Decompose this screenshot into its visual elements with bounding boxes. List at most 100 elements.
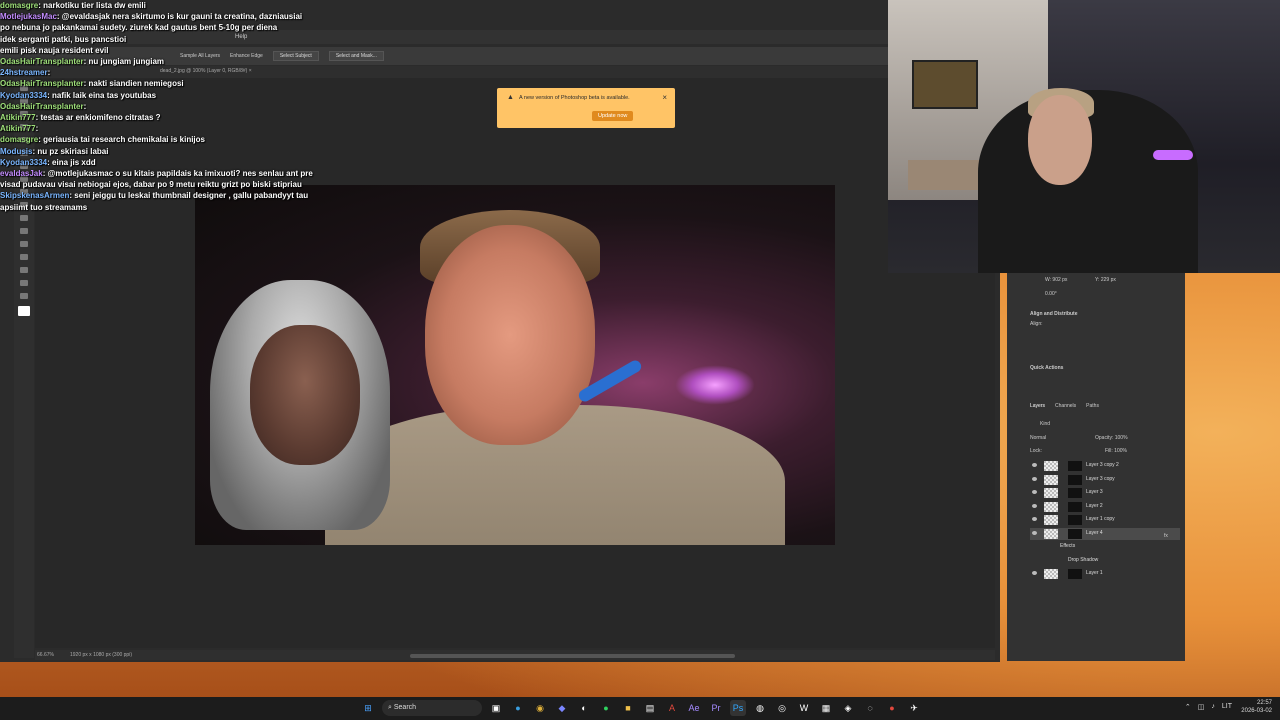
chat-username[interactable]: Atikin777 [0,113,36,122]
store-icon[interactable]: ▤ [642,700,658,716]
align-label: Align: [1030,321,1043,327]
app-icon-8[interactable]: ✈ [906,700,922,716]
acrobat-icon[interactable]: A [664,700,680,716]
fill-field[interactable]: Fill: 100% [1105,448,1127,454]
chat-username[interactable]: evaldasJak [0,169,43,178]
start-icon[interactable]: ⊞ [360,700,376,716]
tab-paths[interactable]: Paths [1086,403,1099,409]
eye-icon[interactable] [1032,517,1037,521]
layer-row[interactable]: Layer 1 [1030,568,1180,580]
steam-icon[interactable]: ◐ [576,700,592,716]
discord-icon[interactable]: ◆ [554,700,570,716]
layer-row[interactable]: Layer 3 copy [1030,474,1180,486]
eye-icon[interactable] [1032,530,1037,535]
blend-mode-select[interactable]: Normal [1030,435,1046,441]
app-icon-4[interactable]: ▦ [818,700,834,716]
eye-icon[interactable] [1032,571,1037,575]
volume-icon[interactable]: ♪ [1211,703,1215,711]
edge-icon[interactable]: ● [510,700,526,716]
zoom-tool-icon[interactable] [20,293,28,299]
eye-icon[interactable] [1032,503,1037,508]
chat-username[interactable]: Atikin777 [0,124,36,133]
system-tray: ⌃ ◫ ♪ LIT [1185,703,1232,711]
color-swatch-icon[interactable] [18,306,30,316]
layer-mask-thumbnail[interactable] [1068,569,1082,579]
taskbar-search[interactable]: ⌕ Search [382,700,482,716]
chat-username[interactable]: Modusis [0,147,32,156]
layer-row[interactable]: Layer 1 copy [1030,514,1180,526]
align-distribute-header[interactable]: Align and Distribute [1030,311,1078,317]
layer-row[interactable]: Layer 3 copy 2 [1030,460,1180,472]
folder-icon[interactable]: ■ [620,700,636,716]
photoshop-icon[interactable]: Ps [730,700,746,716]
chat-text: @motlejukasmac o su kitais papildais ka … [47,169,313,179]
app-icon-5[interactable]: ◈ [840,700,856,716]
quick-actions-header[interactable]: Quick Actions [1030,365,1063,371]
canvas-image[interactable] [195,185,835,545]
update-now-button[interactable]: Update now [592,111,634,121]
shape-tool-icon[interactable] [20,267,28,273]
spotify-icon[interactable]: ● [598,700,614,716]
chat-username[interactable]: OdasHairTransplanter [0,79,84,88]
chat-text: @evaldasjak nera skirtumo is kur gauni t… [61,12,303,22]
lang-indicator[interactable]: LIT [1222,703,1232,711]
transform-angle[interactable]: 0.00° [1045,291,1057,297]
transform-w[interactable]: W: 902 px [1045,277,1067,283]
layer-name: Drop Shadow [1068,556,1099,563]
transform-y[interactable]: Y: 229 px [1095,277,1116,283]
layer-row[interactable]: Effects [1030,541,1180,553]
layer-filter-kind[interactable]: Kind [1040,421,1050,427]
layer-mask-thumbnail[interactable] [1068,461,1082,471]
chat-username[interactable]: domasgre [0,1,38,10]
layer-mask-thumbnail[interactable] [1068,474,1082,485]
chat-username[interactable]: domasgre [0,135,38,144]
layer-row[interactable]: Layer 3 [1030,487,1180,499]
after-effects-icon[interactable]: Ae [686,700,702,716]
layer-mask-thumbnail[interactable] [1068,515,1082,525]
app-icon-2[interactable]: ◎ [774,700,790,716]
network-icon[interactable]: ◫ [1198,703,1205,711]
eye-icon[interactable] [1032,490,1037,494]
zombie-face [250,325,360,465]
chat-username[interactable]: Kyodan3334 [0,91,47,100]
tab-layers[interactable]: Layers [1030,403,1045,409]
chat-message: 24hstreamer: [0,68,51,78]
eye-icon[interactable] [1032,476,1037,481]
chat-username[interactable]: OdasHairTransplanter [0,57,84,66]
chat-username[interactable]: SkipskenasArmen [0,191,69,200]
layer-mask-thumbnail[interactable] [1068,501,1082,512]
chat-username[interactable]: MotlejukasMac [0,12,57,21]
chat-message: domasgre: narkotiku tier lista dw emili [0,1,146,10]
gradient-tool-icon[interactable] [20,215,28,221]
layer-row[interactable]: Layer 4 [1030,527,1180,540]
app-icon-3[interactable]: W [796,700,812,716]
eye-icon[interactable] [1032,463,1037,467]
chat-text: nakti siandien nemiegosi [88,79,184,89]
layer-mask-thumbnail[interactable] [1068,528,1082,539]
zoom-level[interactable]: 66.67% [37,652,54,658]
type-tool-icon[interactable] [20,241,28,247]
fx-icon[interactable]: fx [1164,533,1168,539]
chat-username[interactable]: 24hstreamer [0,68,48,77]
app-icon-6[interactable]: ◌ [862,700,878,716]
layer-row[interactable]: Layer 2 [1030,501,1180,513]
app-icon-1[interactable]: ◍ [752,700,768,716]
chrome-icon[interactable]: ◉ [532,700,548,716]
layer-thumbnail [1044,528,1058,539]
opacity-field[interactable]: Opacity: 100% [1095,435,1128,441]
close-icon[interactable]: × [662,93,667,102]
hand-tool-icon[interactable] [20,280,28,286]
chevron-up-icon[interactable]: ⌃ [1185,703,1191,711]
app-icon-7[interactable]: ● [884,700,900,716]
tab-channels[interactable]: Channels [1055,403,1076,409]
pen-tool-icon[interactable] [20,228,28,234]
path-select-tool-icon[interactable] [20,254,28,260]
chat-username[interactable]: Kyodan3334 [0,158,47,167]
clock[interactable]: 22:57 2026-03-02 [1241,699,1272,715]
layer-mask-thumbnail[interactable] [1068,488,1082,498]
layer-row[interactable]: Drop Shadow [1030,555,1180,567]
task-view-icon[interactable]: ▣ [488,700,504,716]
horizontal-scrollbar[interactable] [410,654,735,658]
premiere-icon[interactable]: Pr [708,700,724,716]
chat-username[interactable]: OdasHairTransplanter [0,102,84,111]
